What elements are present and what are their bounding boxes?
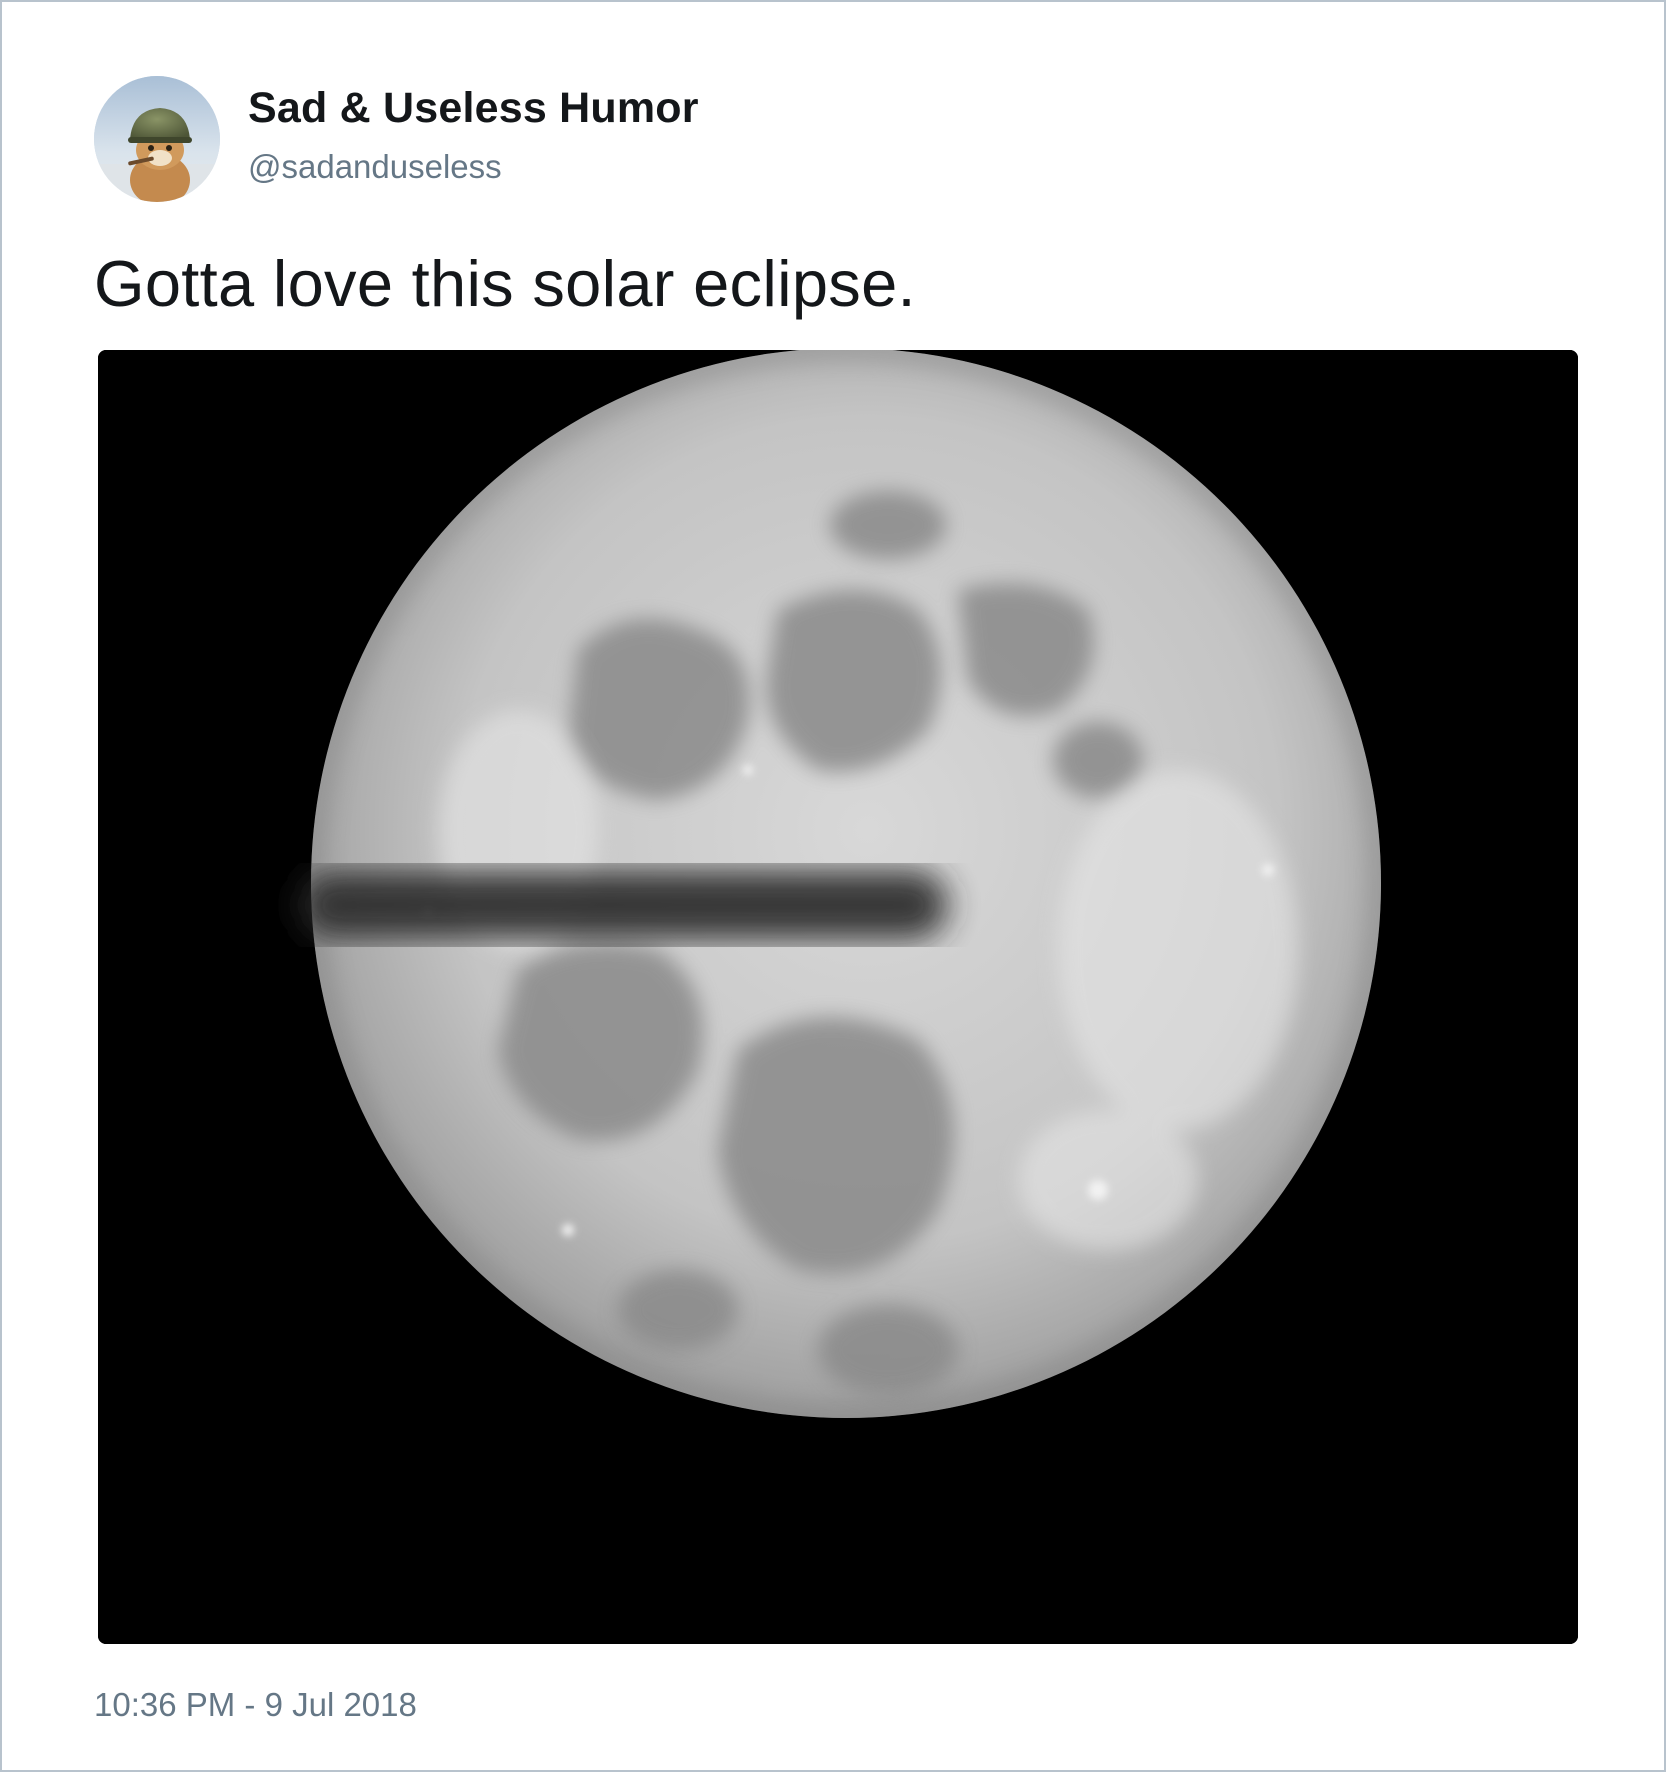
tweet-media-photo[interactable] (98, 350, 1578, 1644)
author-handle[interactable]: @sadanduseless (248, 148, 502, 186)
tweet-card: Sad & Useless Humor @sadanduseless Gotta… (0, 0, 1666, 1772)
tweet-text: Gotta love this solar eclipse. (94, 247, 916, 320)
moon-image (98, 350, 1578, 1644)
author-display-name[interactable]: Sad & Useless Humor (248, 84, 699, 133)
helmet-cat-avatar-icon (94, 76, 220, 202)
tweet-timestamp[interactable]: 10:36 PM - 9 Jul 2018 (94, 1686, 417, 1724)
avatar[interactable] (94, 76, 220, 202)
